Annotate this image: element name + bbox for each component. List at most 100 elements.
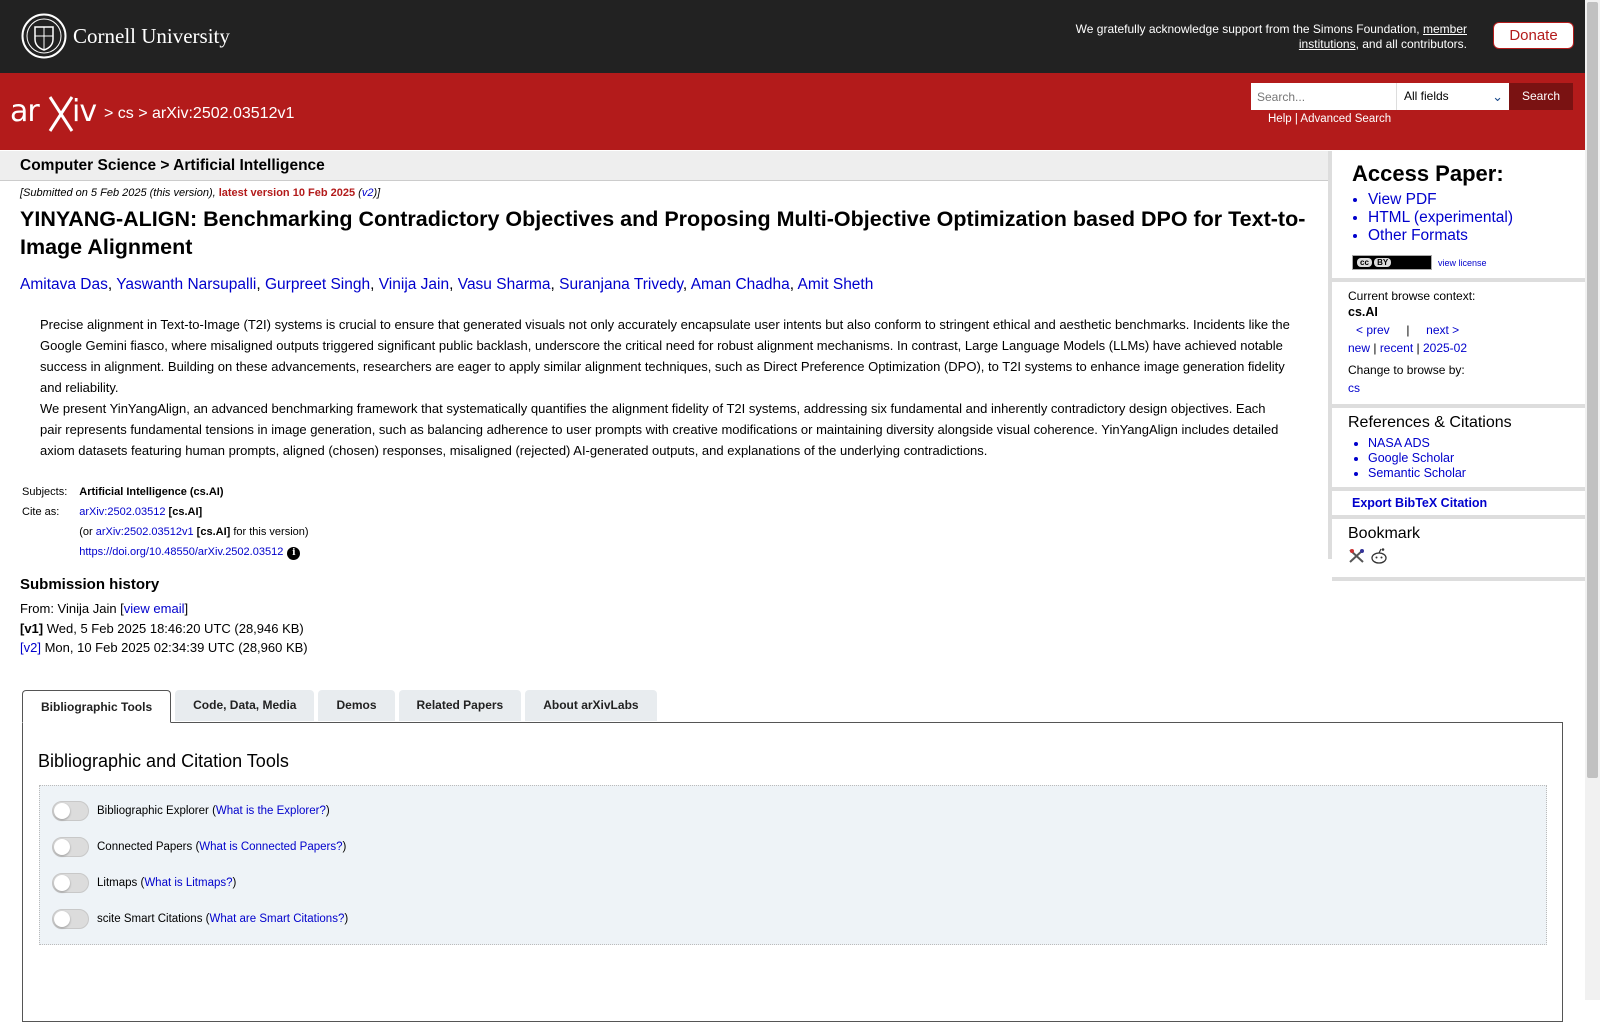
nasa-ads-link[interactable]: NASA ADS bbox=[1368, 436, 1569, 451]
tab-about-arxivlabs[interactable]: About arXivLabs bbox=[525, 690, 657, 721]
cc-label: BY bbox=[1374, 258, 1392, 267]
v2-link[interactable]: v2 bbox=[362, 187, 374, 199]
scite-toggle[interactable] bbox=[52, 909, 89, 929]
paren-close: )] bbox=[373, 187, 381, 199]
tab-bibliographic-tools[interactable]: Bibliographic Tools bbox=[22, 690, 172, 723]
prev-link[interactable]: < prev bbox=[1356, 323, 1390, 337]
litmaps-toggle[interactable] bbox=[52, 873, 89, 893]
author-link[interactable]: Yaswanth Narsupalli bbox=[116, 276, 256, 293]
tab-panel: Bibliographic and Citation Tools Bibliog… bbox=[22, 722, 1563, 1022]
this-version-text: for this version) bbox=[230, 526, 309, 538]
latest-version: latest version 10 Feb 2025 bbox=[218, 187, 356, 199]
change-browse-label: Change to browse by: bbox=[1348, 363, 1465, 377]
nav-sep: | bbox=[1406, 323, 1410, 337]
from-text: From: Vinija Jain [ bbox=[20, 601, 124, 616]
arxiv-header: ar iv > cs > arXiv:2502.03512v1 All fiel… bbox=[0, 73, 1585, 150]
advanced-search-link[interactable]: Advanced Search bbox=[1300, 113, 1391, 125]
svg-text:iv: iv bbox=[72, 94, 96, 129]
search-field-value: All fields bbox=[1404, 89, 1449, 103]
paper-title: YINYANG-ALIGN: Benchmarking Contradictor… bbox=[20, 207, 1306, 259]
references-box: References & Citations NASA ADS Google S… bbox=[1332, 414, 1585, 491]
cite-label: Cite as: bbox=[22, 506, 60, 518]
connected-papers-toggle[interactable] bbox=[52, 837, 89, 857]
arxiv-logo-icon[interactable]: ar iv bbox=[10, 91, 102, 135]
author-link[interactable]: Suranjana Trivedy bbox=[559, 276, 683, 293]
author-link[interactable]: Vasu Sharma bbox=[458, 276, 551, 293]
cc-by-icon[interactable]: cc BY bbox=[1352, 255, 1432, 270]
cite-version-row: (or arXiv:2502.03512v1 [cs.AI] for this … bbox=[20, 522, 311, 542]
category-path: Computer Science > Artificial Intelligen… bbox=[20, 157, 325, 174]
help-link[interactable]: Help bbox=[1268, 113, 1292, 125]
labs-tabs: Bibliographic Tools Code, Data, Media De… bbox=[22, 690, 661, 723]
v2-history-link[interactable]: [v2] bbox=[20, 640, 41, 655]
search-field-select[interactable]: All fields ⌄ bbox=[1396, 83, 1509, 110]
bookmark-icons bbox=[1348, 547, 1569, 577]
author-link[interactable]: Amit Sheth bbox=[798, 276, 874, 293]
paren-open: ( bbox=[355, 187, 362, 199]
view-license-link[interactable]: view license bbox=[1438, 258, 1487, 268]
view-pdf-link[interactable]: View PDF bbox=[1368, 191, 1569, 209]
chevron-down-icon: ⌄ bbox=[1492, 89, 1503, 104]
v2-text: Mon, 10 Feb 2025 02:34:39 UTC (28,960 KB… bbox=[40, 640, 308, 655]
ack-tail: , and all contributors. bbox=[1355, 36, 1467, 51]
metadata-table: Subjects: Artificial Intelligence (cs.AI… bbox=[20, 482, 311, 563]
recent-link[interactable]: recent bbox=[1380, 341, 1413, 355]
submission-dateline: [Submitted on 5 Feb 2025 (this version),… bbox=[20, 187, 380, 199]
right-sidebar: Access Paper: View PDF HTML (experimenta… bbox=[1328, 151, 1585, 581]
month-link[interactable]: 2025-02 bbox=[1423, 341, 1467, 355]
scrollbar-thumb[interactable] bbox=[1587, 2, 1598, 778]
browse-cs-link[interactable]: cs bbox=[1348, 380, 1569, 396]
donate-button[interactable]: Donate bbox=[1493, 22, 1574, 49]
search-input[interactable] bbox=[1251, 83, 1396, 110]
explorer-toggle[interactable] bbox=[52, 801, 89, 821]
doi-link[interactable]: https://doi.org/10.48550/arXiv.2502.0351… bbox=[79, 546, 283, 558]
tab-code-data-media[interactable]: Code, Data, Media bbox=[175, 690, 315, 721]
cite-row: Cite as: arXiv:2502.03512 [cs.AI] bbox=[20, 502, 311, 522]
tool-help-link[interactable]: What is Litmaps? bbox=[144, 877, 232, 889]
tool-row: Connected Papers (What is Connected Pape… bbox=[52, 837, 346, 857]
submission-history: From: Vinija Jain [view email] [v1] Wed,… bbox=[20, 599, 308, 658]
bracket-close: ] bbox=[184, 601, 189, 616]
tool-help-link[interactable]: What is Connected Papers? bbox=[199, 841, 342, 853]
tool-help-link[interactable]: What is the Explorer? bbox=[216, 805, 326, 817]
other-formats-link[interactable]: Other Formats bbox=[1368, 227, 1569, 245]
tool-row: Bibliographic Explorer (What is the Expl… bbox=[52, 801, 330, 821]
svg-text:ar: ar bbox=[10, 94, 40, 129]
tab-related-papers[interactable]: Related Papers bbox=[398, 690, 522, 721]
cornell-logo[interactable]: Cornell University bbox=[21, 13, 230, 59]
bibsonomy-icon[interactable] bbox=[1348, 547, 1366, 565]
reddit-icon[interactable] bbox=[1370, 547, 1388, 565]
tool-row: scite Smart Citations (What are Smart Ci… bbox=[52, 909, 348, 929]
cite-version-link[interactable]: arXiv:2502.03512v1 bbox=[96, 526, 194, 538]
submission-history-heading: Submission history bbox=[20, 576, 160, 593]
tool-help-link[interactable]: What are Smart Citations? bbox=[209, 913, 344, 925]
semantic-scholar-link[interactable]: Semantic Scholar bbox=[1368, 466, 1569, 481]
author-link[interactable]: Gurpreet Singh bbox=[265, 276, 370, 293]
university-name: Cornell University bbox=[73, 23, 230, 48]
new-link[interactable]: new bbox=[1348, 341, 1370, 355]
author-link[interactable]: Vinija Jain bbox=[379, 276, 449, 293]
google-scholar-link[interactable]: Google Scholar bbox=[1368, 451, 1569, 466]
top-bar: Cornell University We gratefully acknowl… bbox=[0, 0, 1585, 73]
author-link[interactable]: Amitava Das bbox=[20, 276, 108, 293]
tab-demos[interactable]: Demos bbox=[318, 690, 395, 721]
cite-tag: [cs.AI] bbox=[196, 526, 231, 538]
next-link[interactable]: next > bbox=[1426, 323, 1459, 337]
export-bibtex-link[interactable]: Export BibTeX Citation bbox=[1348, 491, 1569, 515]
access-links: View PDF HTML (experimental) Other Forma… bbox=[1348, 191, 1569, 245]
bibtex-box: Export BibTeX Citation bbox=[1332, 491, 1585, 519]
prev-next-nav: < prev | next > bbox=[1356, 322, 1569, 338]
author-link[interactable]: Aman Chadha bbox=[691, 276, 790, 293]
search-button[interactable]: Search bbox=[1509, 83, 1573, 110]
info-icon[interactable]: i bbox=[287, 547, 301, 560]
license-row: cc BY view license bbox=[1352, 255, 1569, 270]
context-value: cs.AI bbox=[1348, 305, 1378, 319]
bookmark-heading: Bookmark bbox=[1348, 525, 1421, 542]
breadcrumb-cs[interactable]: cs bbox=[118, 105, 134, 122]
subjects-row: Subjects: Artificial Intelligence (cs.AI… bbox=[20, 482, 311, 502]
view-email-link[interactable]: view email bbox=[124, 601, 185, 616]
submitted-text: [Submitted on 5 Feb 2025 (this version), bbox=[20, 187, 219, 199]
references-list: NASA ADS Google Scholar Semantic Scholar bbox=[1348, 436, 1569, 481]
cite-id-link[interactable]: arXiv:2502.03512 bbox=[79, 506, 165, 518]
html-link[interactable]: HTML (experimental) bbox=[1368, 209, 1569, 227]
